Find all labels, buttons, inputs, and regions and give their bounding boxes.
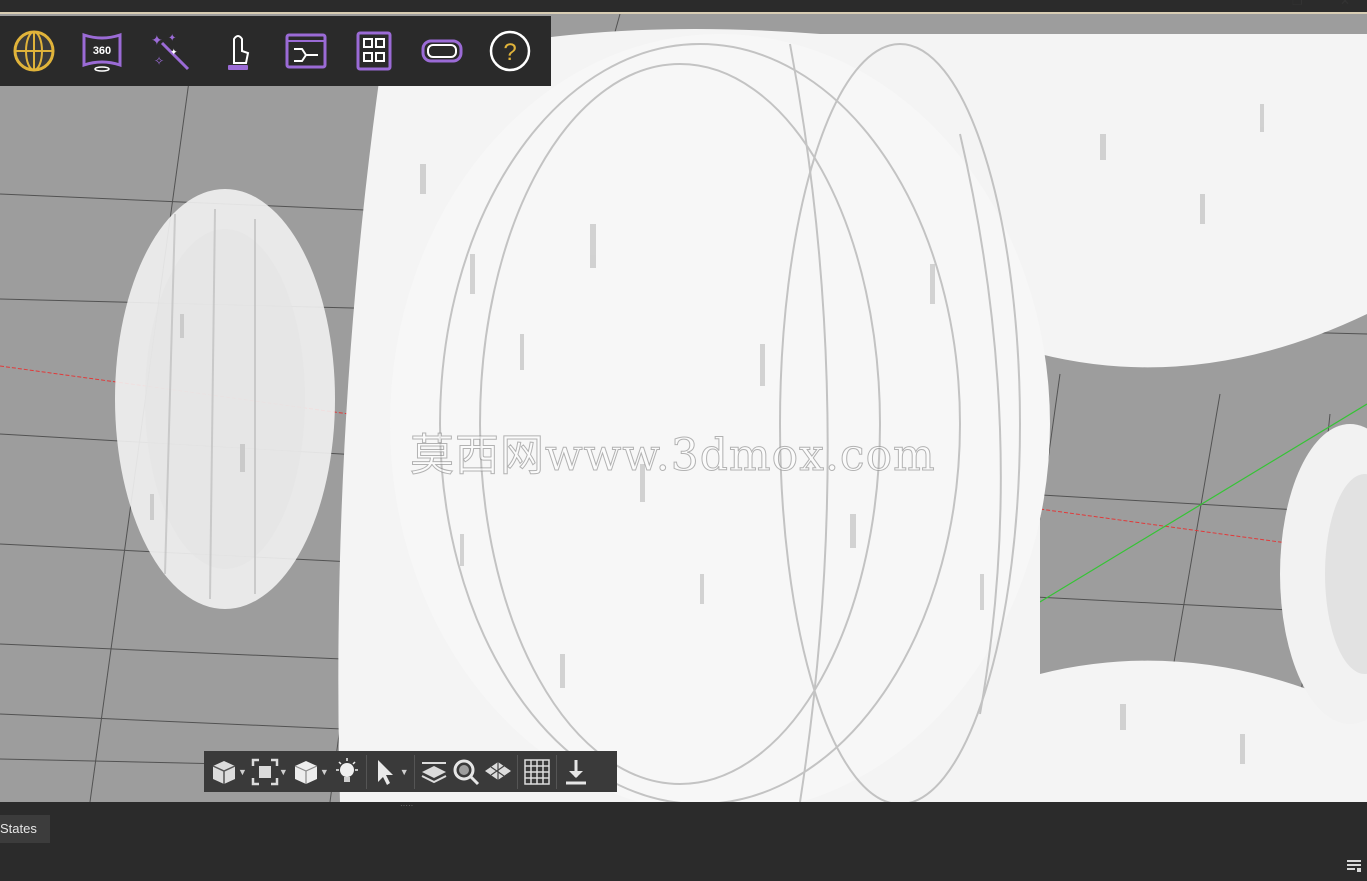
close-icon[interactable]: ✕ [1340, 0, 1350, 8]
vr-headset-icon[interactable] [408, 16, 476, 86]
select-arrow-icon[interactable] [370, 754, 402, 790]
svg-text:✦: ✦ [168, 33, 176, 44]
top-toolbar: 360 ✦ ✦ ✧ ✦ ? [0, 16, 551, 86]
light-bulb-icon[interactable] [331, 754, 363, 790]
flow-panel-icon[interactable] [272, 16, 340, 86]
panel-resize-handle[interactable]: ····· [400, 801, 420, 810]
layers-icon[interactable] [418, 754, 450, 790]
grid-icon[interactable] [521, 754, 553, 790]
panel-menu-icon[interactable] [1347, 859, 1361, 872]
checker-plane-icon[interactable] [482, 754, 514, 790]
panorama-360-icon[interactable]: 360 [68, 16, 136, 86]
globe-icon[interactable] [0, 16, 68, 86]
svg-text:✦: ✦ [151, 32, 163, 48]
svg-text:✧: ✧ [154, 54, 164, 68]
watermark-text: 莫西网www.3dmox.com [410, 430, 936, 482]
zoom-extents-icon[interactable] [249, 754, 281, 790]
svg-text:✦: ✦ [170, 47, 178, 57]
touch-pointer-icon[interactable] [204, 16, 272, 86]
shading-dropdown[interactable]: ▼ [320, 767, 329, 777]
viewport-toolbar: ▼ ▼ ▼ ▼ [204, 751, 617, 792]
help-icon[interactable]: ? [476, 16, 544, 86]
restore-icon[interactable]: ❐ [1292, 0, 1303, 8]
search-material-icon[interactable] [450, 754, 482, 790]
toolbar-divider [413, 754, 415, 789]
view-cube-dropdown[interactable]: ▼ [238, 767, 247, 777]
tab-states[interactable]: States [0, 815, 50, 843]
view-cube-icon[interactable] [208, 754, 240, 790]
magic-wand-icon[interactable]: ✦ ✦ ✧ ✦ [136, 16, 204, 86]
download-icon[interactable] [560, 754, 592, 790]
3d-viewport[interactable]: 莫西网www.3dmox.com [0, 12, 1367, 802]
grid-panel-icon[interactable] [340, 16, 408, 86]
scene-render [0, 14, 1367, 802]
panorama-360-label: 360 [93, 45, 111, 57]
help-label: ? [503, 39, 516, 66]
toolbar-divider [555, 754, 557, 789]
zoom-extents-dropdown[interactable]: ▼ [279, 767, 288, 777]
toolbar-divider [516, 754, 518, 789]
toolbar-divider [365, 754, 367, 789]
select-dropdown[interactable]: ▼ [400, 767, 409, 777]
shaded-cube-icon[interactable] [290, 754, 322, 790]
